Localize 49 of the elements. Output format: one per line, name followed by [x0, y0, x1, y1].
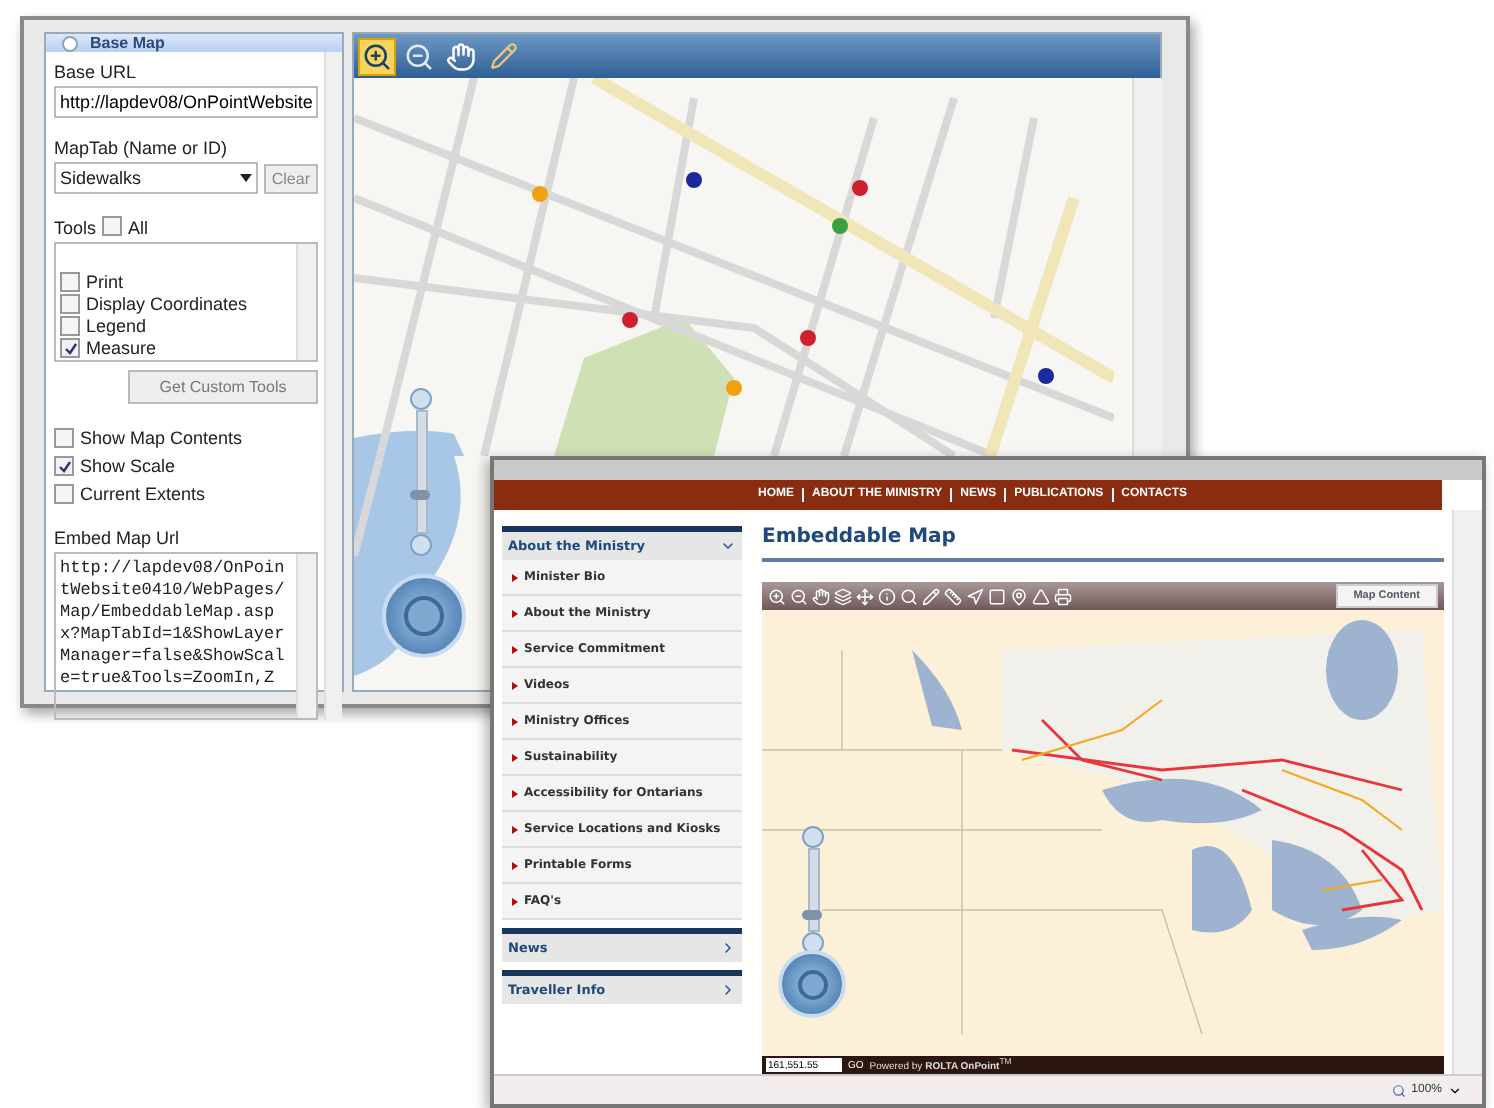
base-url-field[interactable]: http://lapdev08/OnPointWebsite: [54, 86, 318, 118]
checkbox-label: Current Extents: [80, 484, 206, 504]
checkbox[interactable]: [54, 484, 74, 504]
checkbox-label: Show Scale: [80, 456, 176, 476]
checkbox[interactable]: [60, 272, 80, 292]
zoom-icon: [1391, 1083, 1406, 1097]
checkbox[interactable]: [60, 338, 80, 358]
checkbox-label: Print: [86, 272, 124, 292]
caret-icon: [1448, 1083, 1462, 1097]
checkbox[interactable]: [60, 316, 80, 336]
map-tool-button[interactable]: [442, 37, 480, 75]
checkbox-label: Display Coordinates: [86, 294, 248, 314]
slider-thumb[interactable]: [409, 489, 429, 499]
slider-thumb[interactable]: [801, 909, 821, 920]
zoom-out-icon: [404, 41, 434, 71]
checkmark-icon: [57, 459, 71, 473]
zoom-in-icon: [362, 41, 392, 71]
pencil-icon: [489, 42, 517, 70]
embed-url-textarea[interactable]: http://lapdev08/OnPointWebsite0410/WebPages/Map/EmbeddableMap.aspx?MapTabId=1&ShowLayerManager=false&ShowScale=true&Tools=ZoomIn,Z: [54, 552, 318, 720]
scrollbar[interactable]: [1452, 510, 1482, 1074]
field-label: Tools: [54, 218, 97, 238]
checkbox[interactable]: [54, 456, 74, 476]
chevron-icon: [720, 940, 736, 956]
checkbox[interactable]: [54, 428, 74, 448]
map-tool-button[interactable]: [856, 587, 874, 605]
checkbox-label: Legend: [86, 316, 147, 336]
checkbox[interactable]: [60, 294, 80, 314]
scrollbar[interactable]: [296, 244, 316, 360]
chevron-icon: [720, 982, 736, 998]
get-custom-tools-button[interactable]: Get Custom Tools: [128, 370, 318, 404]
field-label: Base URL: [54, 62, 139, 82]
hand-icon: [446, 41, 476, 71]
page-title: Embeddable Map: [762, 526, 1444, 562]
field-label: MapTab (Name or ID): [54, 138, 230, 158]
scrollbar[interactable]: [1132, 78, 1162, 456]
chevron-icon: [720, 538, 736, 554]
checkbox-label: Show Map Contents: [80, 428, 243, 448]
checkbox-label: All: [128, 218, 149, 238]
map-tab-dropdown[interactable]: Sidewalks: [54, 162, 258, 194]
map-tool-button[interactable]: [1054, 587, 1072, 605]
scrollbar[interactable]: [324, 52, 342, 720]
checkbox[interactable]: [102, 216, 123, 236]
checkbox-label: Measure: [86, 338, 157, 358]
panel-header[interactable]: Base Map: [46, 34, 342, 52]
checkmark-icon: [63, 341, 77, 355]
caret-icon: [239, 174, 252, 182]
field-label: Embed Map Url: [54, 528, 182, 548]
map-tool-button[interactable]: [834, 587, 852, 605]
map-tool-button[interactable]: [358, 37, 396, 75]
